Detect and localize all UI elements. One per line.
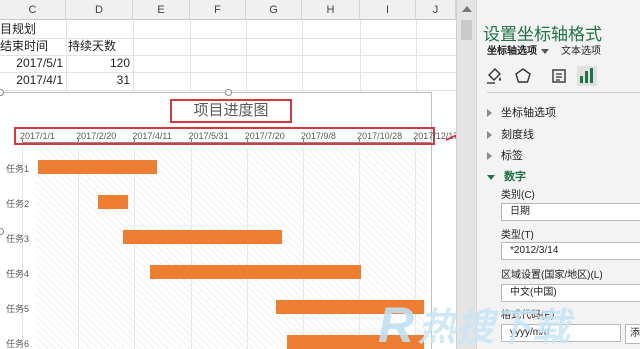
x-tick-label: 2017/1/1: [20, 131, 56, 141]
x-tick-mark: [78, 138, 80, 142]
y-category-label: 任务6: [6, 339, 30, 349]
x-tick-label: 2017/4/11: [132, 131, 172, 141]
x-tick-label: 2017/9/8: [300, 131, 336, 141]
chevron-down-icon: [541, 48, 549, 54]
y-category-label: 任务2: [6, 199, 30, 209]
scroll-thumb[interactable]: [461, 20, 472, 40]
x-tick-label: 2017/2/20: [76, 131, 117, 141]
section-axis-options-label: 坐标轴选项: [501, 107, 556, 119]
cell-duration[interactable]: 31: [66, 71, 130, 89]
chart-title[interactable]: 项目进度图: [170, 99, 292, 123]
cell-duration[interactable]: 120: [66, 54, 130, 72]
bar-chart-icon[interactable]: [577, 66, 597, 86]
cell-duration-header[interactable]: 持续天数: [68, 37, 116, 55]
y-category-label: 任务4: [6, 269, 30, 279]
cell-end-time-header[interactable]: 结束时间: [0, 37, 48, 55]
category-label: 类别(C): [501, 190, 535, 201]
scroll-up-icon[interactable]: [462, 6, 472, 12]
fill-line-icon[interactable]: [485, 66, 505, 86]
pane-icon-tabs: [483, 62, 640, 90]
x-tick-mark: [359, 138, 361, 142]
y-category-label: 任务1: [6, 164, 30, 174]
column-header-g[interactable]: G: [246, 0, 302, 20]
pane-divider: [487, 92, 640, 93]
x-tick-label: 2017/12/17: [413, 131, 456, 141]
vertical-gridline: [22, 148, 23, 349]
horizontal-axis-line: [22, 142, 431, 143]
cell-end-date[interactable]: 2017/4/1: [0, 71, 63, 89]
watermark-logo: R 热搜下载: [376, 296, 640, 349]
x-tick-label: 2017/5/31: [188, 131, 229, 141]
tab-axis-options-label: 坐标轴选项: [487, 46, 537, 57]
column-header-e[interactable]: E: [133, 0, 190, 20]
section-number[interactable]: 数字: [487, 168, 526, 184]
section-tick-marks[interactable]: 刻度线: [487, 126, 534, 142]
gantt-bar[interactable]: [38, 160, 157, 174]
column-header-i[interactable]: I: [360, 0, 416, 20]
column-header-h[interactable]: H: [302, 0, 360, 20]
x-tick-mark: [134, 138, 136, 142]
type-label: 类型(T): [501, 230, 534, 241]
y-category-label: 任务5: [6, 304, 30, 314]
section-labels[interactable]: 标签: [487, 147, 523, 163]
x-tick-mark: [246, 138, 248, 142]
column-header-c[interactable]: C: [0, 0, 66, 20]
column-header-f[interactable]: F: [190, 0, 246, 20]
category-select[interactable]: 日期: [501, 203, 640, 221]
section-tick-marks-label: 刻度线: [501, 129, 534, 141]
gantt-bar[interactable]: [123, 230, 282, 244]
chevron-right-icon: [487, 131, 492, 140]
y-category-label: 任务3: [6, 234, 30, 244]
gantt-bar[interactable]: [150, 265, 362, 279]
size-properties-icon[interactable]: [549, 66, 569, 86]
x-tick-label: 2017/10/28: [357, 131, 403, 141]
gantt-bar[interactable]: [98, 195, 128, 209]
plot-area[interactable]: [36, 148, 426, 349]
section-axis-options[interactable]: 坐标轴选项: [487, 104, 556, 120]
cell-end-date[interactable]: 2017/5/1: [0, 54, 63, 72]
cell-title[interactable]: 目规划: [0, 20, 36, 38]
tab-axis-options[interactable]: 坐标轴选项: [487, 42, 549, 57]
section-number-label: 数字: [504, 171, 526, 183]
locale-label: 区域设置(国家/地区)(L): [501, 270, 603, 281]
x-tick-mark: [22, 138, 23, 142]
column-header-d[interactable]: D: [66, 0, 133, 20]
x-tick-mark: [190, 138, 192, 142]
watermark-letter: R: [378, 297, 414, 349]
column-header-j[interactable]: J: [416, 0, 456, 20]
effects-pentagon-icon[interactable]: [513, 66, 533, 86]
section-labels-label: 标签: [501, 150, 523, 162]
chevron-right-icon: [487, 152, 492, 161]
x-tick-mark: [415, 138, 417, 142]
gantt-chart[interactable]: 项目进度图 2017/1/1 2017/2/20 2017/4/11 2017/5/3…: [0, 89, 456, 349]
column-headers: C D E F G H I J: [0, 0, 456, 20]
chevron-down-icon: [487, 174, 495, 180]
resize-handle[interactable]: [0, 228, 4, 235]
x-tick-label: 2017/7/20: [244, 131, 285, 141]
tab-text-options[interactable]: 文本选项: [561, 42, 601, 57]
x-tick-mark: [302, 138, 304, 142]
resize-handle[interactable]: [225, 89, 232, 96]
resize-handle[interactable]: [0, 89, 4, 96]
chevron-right-icon: [487, 109, 492, 118]
watermark-text: 热搜下载: [418, 305, 575, 349]
type-select[interactable]: *2012/3/14: [501, 242, 640, 260]
